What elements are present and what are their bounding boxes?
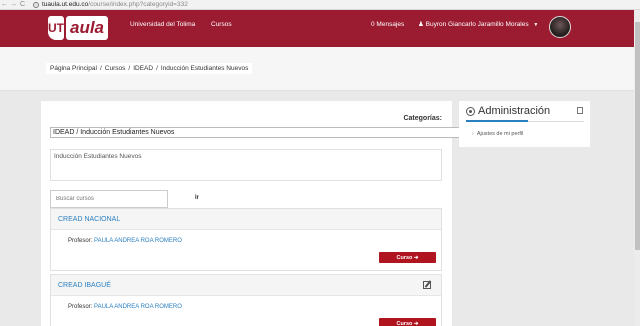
site-header: UT aula Universidad del Tolima Cursos 0 … (0, 10, 640, 47)
course-body: Profesor: PAULA ANDREA ROA ROMERO Curso … (51, 230, 441, 270)
dock-block-icon[interactable] (577, 107, 583, 114)
reload-icon[interactable]: C (18, 0, 27, 9)
course-title-link[interactable]: CREAD IBAGUÉ (58, 282, 111, 289)
browser-toolbar: ← → C i tuaula.ut.edu.co/course/index.ph… (0, 0, 640, 10)
nav-universidad[interactable]: Universidad del Tolima (130, 10, 195, 39)
user-menu[interactable]: ♟ Buyron Giancarlo Jaramillo Morales ▼ (418, 10, 538, 39)
course-card: CREAD NACIONAL Profesor: PAULA ANDREA RO… (50, 208, 442, 271)
title-underline (466, 120, 528, 122)
administration-heading: Administración (478, 105, 551, 117)
course-button[interactable]: Curso ➔ (379, 252, 436, 263)
chevron-right-icon: › (472, 131, 474, 137)
category-description: Inducción Estudiantes Nuevos (50, 149, 442, 181)
breadcrumb: Página Principal / Cursos / IDEAD / Inducci… (46, 63, 253, 74)
course-button[interactable]: Curso ➔ (379, 318, 436, 326)
logo-word: aula (66, 16, 109, 40)
course-search-input[interactable] (50, 190, 168, 208)
user-name: Buyron Giancarlo Jaramillo Morales (425, 21, 529, 28)
breadcrumb-item[interactable]: IDEAD (133, 65, 153, 72)
teacher-name-link[interactable]: PAULA ANDREA ROA ROMERO (94, 238, 182, 244)
administration-title: Administración (466, 105, 550, 117)
main-content: Categorías: IDEAD / Inducción Estudiante… (41, 101, 461, 326)
back-icon[interactable]: ← (0, 0, 9, 9)
teacher-label: Profesor: (68, 304, 93, 310)
course-header: CREAD IBAGUÉ (51, 275, 441, 296)
messages-link[interactable]: 0 Mensajes (371, 10, 404, 39)
admin-item-profile-settings[interactable]: › Ajustes de mi perfil (472, 131, 523, 137)
course-title-link[interactable]: CREAD NACIONAL (58, 216, 120, 223)
caret-down-icon: ▼ (533, 22, 539, 28)
course-header: CREAD NACIONAL (51, 209, 441, 230)
course-body: Profesor: PAULA ANDREA ROA ROMERO Curso … (51, 296, 441, 326)
avatar[interactable] (549, 16, 571, 38)
breadcrumb-item[interactable]: Cursos (105, 65, 126, 72)
breadcrumb-item[interactable]: Página Principal (50, 65, 97, 72)
scrollbar[interactable] (634, 10, 640, 326)
teacher-line: Profesor: PAULA ANDREA ROA ROMERO (68, 304, 182, 310)
user-icon: ♟ (418, 21, 424, 28)
edit-icon[interactable] (423, 281, 431, 289)
url-path: /course/index.php?categoryid=332 (88, 1, 188, 8)
category-select[interactable]: IDEAD / Inducción Estudiantes Nuevos (50, 127, 461, 138)
logo-mark: UT (48, 16, 64, 40)
search-button[interactable]: Ir (195, 195, 199, 201)
teacher-label: Profesor: (68, 238, 93, 244)
breadcrumb-item[interactable]: Inducción Estudiantes Nuevos (161, 65, 248, 72)
admin-item-label: Ajustes de mi perfil (476, 131, 524, 137)
address-bar[interactable]: i tuaula.ut.edu.co/course/index.php?cate… (33, 1, 188, 8)
info-icon[interactable]: i (33, 1, 39, 8)
administration-block: Administración › Ajustes de mi perfil (459, 101, 590, 147)
gear-icon (466, 106, 475, 116)
course-card: CREAD IBAGUÉ Profesor: PAULA ANDREA ROA … (50, 274, 442, 326)
teacher-line: Profesor: PAULA ANDREA ROA ROMERO (68, 238, 182, 244)
url-host: tuaula.ut.edu.co (42, 1, 89, 8)
categories-label: Categorías: (403, 115, 442, 122)
site-logo[interactable]: UT aula (48, 16, 109, 40)
forward-icon[interactable]: → (9, 0, 18, 9)
divider (528, 121, 584, 122)
teacher-name-link[interactable]: PAULA ANDREA ROA ROMERO (94, 304, 182, 310)
nav-cursos[interactable]: Cursos (211, 10, 232, 39)
scrollbar-thumb[interactable] (635, 22, 640, 250)
